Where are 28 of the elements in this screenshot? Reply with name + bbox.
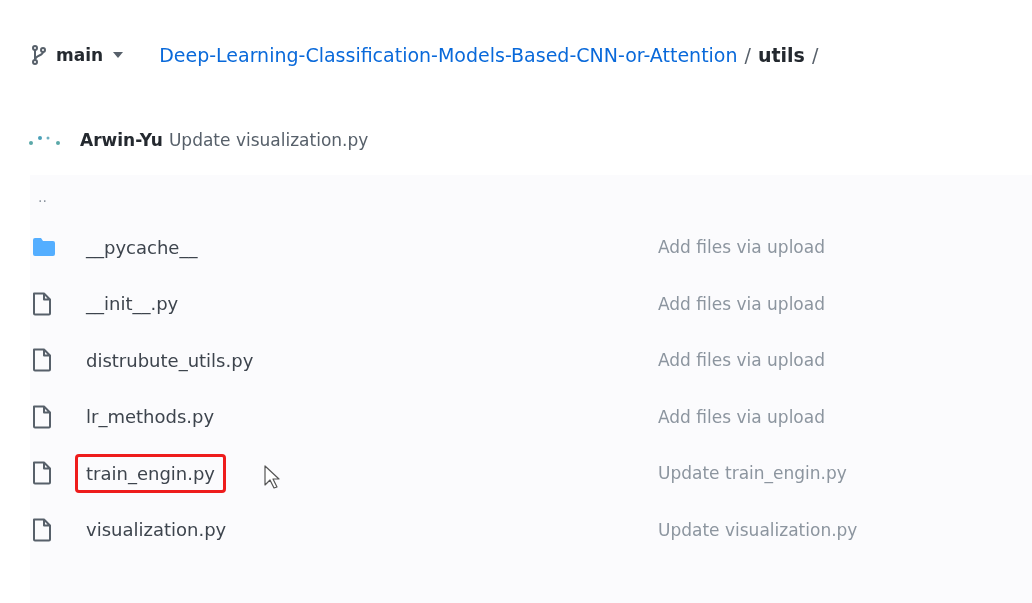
highlighted-file-name: train_engin.py (75, 453, 226, 493)
caret-icon (113, 52, 124, 58)
commit-author[interactable]: Arwin-Yu (80, 130, 163, 150)
file-name-text: __init__.py (84, 292, 180, 317)
path-separator: / (744, 44, 751, 66)
file-icon (32, 404, 52, 429)
cursor-icon (264, 465, 280, 489)
path-separator: / (811, 44, 819, 66)
file-name[interactable]: __init__.py (83, 284, 658, 324)
commit-message: Update visualization.py (168, 130, 369, 150)
file-icon (32, 348, 52, 373)
file-name-text: lr_methods.py (85, 405, 216, 430)
file-name[interactable]: distrubute_utils.py (83, 340, 658, 380)
branch-icon (32, 45, 46, 65)
file-icon (32, 461, 52, 486)
file-icon (32, 291, 52, 316)
file-name-text: visualization.py (85, 518, 228, 543)
avatar-icon (28, 134, 62, 146)
folder-icon (32, 237, 56, 258)
folder-name: utils (757, 44, 805, 66)
repository-link[interactable]: Deep-Learning-Classification-Models-Based-CNN-or-Attention (159, 44, 738, 66)
file-name-text: __pycache__ (84, 235, 199, 261)
file-icon (32, 517, 52, 542)
file-name-text: distrubute_utils.py (85, 348, 255, 374)
file-name[interactable]: visualization.py (83, 510, 658, 550)
branch-selector[interactable]: main (32, 45, 124, 65)
file-name[interactable]: lr_methods.py (83, 397, 658, 437)
file-name[interactable]: __pycache__ (83, 227, 658, 267)
